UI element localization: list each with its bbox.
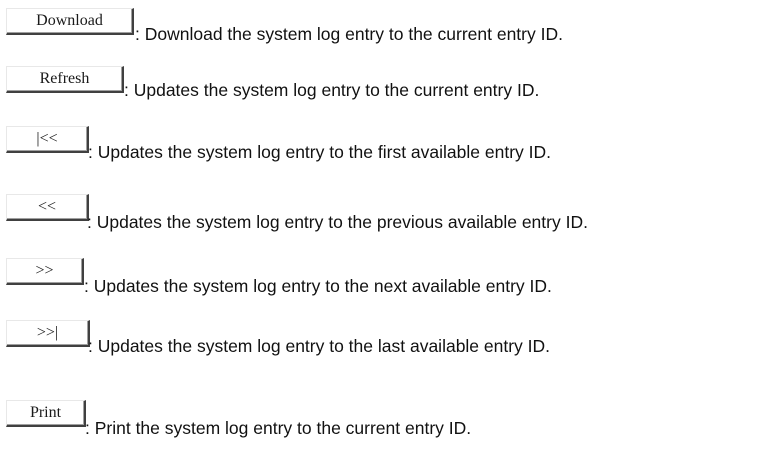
print-button[interactable]: Print [6,400,86,427]
next-button[interactable]: >> [6,258,84,285]
previous-button[interactable]: << [6,194,89,221]
download-description: : Download the system log entry to the c… [135,24,563,44]
first-button[interactable]: |<< [6,126,89,153]
next-description: : Updates the system log entry to the ne… [84,276,552,296]
refresh-description: : Updates the system log entry to the cu… [124,80,540,100]
last-description: : Updates the system log entry to the la… [88,336,551,356]
last-button[interactable]: >>| [6,320,90,347]
download-button[interactable]: Download [6,8,134,35]
first-description: : Updates the system log entry to the fi… [88,142,551,162]
refresh-button[interactable]: Refresh [6,66,124,93]
previous-description: : Updates the system log entry to the pr… [87,212,588,232]
print-description: : Print the system log entry to the curr… [85,418,472,438]
